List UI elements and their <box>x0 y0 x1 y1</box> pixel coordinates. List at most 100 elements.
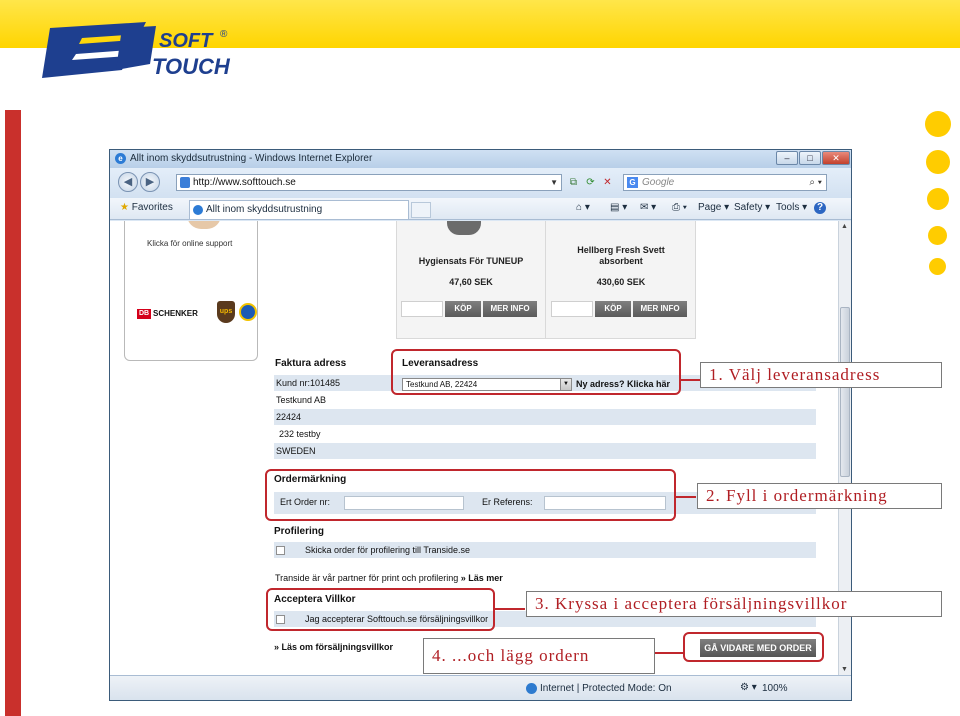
protected-mode-icon[interactable]: ⚙ ▾ <box>740 682 757 693</box>
search-icon[interactable]: ⌕ ▾ <box>809 175 822 190</box>
product-divider <box>545 221 546 339</box>
buy-button[interactable]: KÖP <box>445 301 481 317</box>
callout-step2: 2. Fyll i ordermärkning <box>697 483 942 509</box>
back-icon[interactable]: ◀ <box>118 172 138 192</box>
partner-text: Transide är vår partner för print och pr… <box>275 573 503 583</box>
safety-menu[interactable]: Safety ▾ <box>734 202 770 213</box>
callout-step1: 1. Välj leveransadress <box>700 362 942 388</box>
browser-tab[interactable]: Allt inom skyddsutrustning <box>189 200 409 219</box>
star-icon: ★ <box>120 202 129 213</box>
profiling-checkbox[interactable] <box>276 546 285 555</box>
address-text: http://www.softtouch.se <box>193 177 296 188</box>
address-bar-row: ◀ ▶ http://www.softtouch.se ▼ ⧉ ⟳ ✕ G Go… <box>110 168 851 198</box>
maximize-button[interactable]: □ <box>799 151 821 165</box>
connector-step4 <box>655 652 683 654</box>
logo-registered: ® <box>220 29 228 40</box>
support-image <box>187 221 221 229</box>
close-button[interactable]: ✕ <box>822 151 850 165</box>
invoice-heading: Faktura adress <box>275 358 347 369</box>
ups-logo: ups <box>217 301 235 323</box>
schenker-logo: SCHENKER <box>153 309 198 318</box>
partner-read-more-link[interactable]: » Läs mer <box>461 573 503 583</box>
product-name-line2: absorbent <box>599 256 643 266</box>
forward-icon[interactable]: ▶ <box>140 172 160 192</box>
quantity-input[interactable] <box>551 301 593 317</box>
connector-step2 <box>676 496 696 498</box>
support-link[interactable]: Klicka för online support <box>147 239 232 248</box>
compat-icon[interactable]: ⧉ <box>565 174 582 191</box>
feeds-icon[interactable]: ▤ ▾ <box>610 202 627 213</box>
db-logo: DB <box>137 309 151 319</box>
chevron-down-icon[interactable]: ▼ <box>550 175 558 190</box>
zoom-level[interactable]: 100% <box>762 683 788 694</box>
refresh-icon[interactable]: ⟳ <box>582 174 599 191</box>
home-icon[interactable]: ⌂ ▾ <box>576 202 590 213</box>
scroll-up-icon[interactable]: ▲ <box>841 223 848 230</box>
logo-text-soft: SOFT <box>159 30 214 52</box>
security-zone: Internet | Protected Mode: On <box>540 683 672 694</box>
support-box: Klicka för online support DB SCHENKER up… <box>124 221 258 361</box>
product-image <box>447 221 481 235</box>
highlight-order-marking <box>265 469 676 521</box>
posten-logo <box>239 303 257 321</box>
customer-number: Kund nr:101485 <box>276 378 341 388</box>
window-title: Allt inom skyddsutrustning - Windows Int… <box>130 153 373 164</box>
favorites-bar: ★ Favorites Allt inom skyddsutrustning ⌂… <box>110 198 851 220</box>
more-info-button[interactable]: MER INFO <box>633 301 687 317</box>
invoice-line: SWEDEN <box>274 443 816 459</box>
profiling-heading: Profilering <box>274 526 325 537</box>
tools-menu[interactable]: Tools ▾ <box>776 202 807 213</box>
scroll-thumb[interactable] <box>840 307 850 477</box>
title-bar: e Allt inom skyddsutrustning - Windows I… <box>110 150 851 168</box>
tab-ie-icon <box>193 205 203 215</box>
minimize-button[interactable]: – <box>776 151 798 165</box>
status-bar: Internet | Protected Mode: On ⚙ ▾ 100% <box>110 675 851 700</box>
product-price: 47,60 SEK <box>449 277 493 287</box>
new-tab-button[interactable] <box>411 202 431 218</box>
stop-icon[interactable]: ✕ <box>599 174 616 191</box>
decor-dot <box>926 150 950 174</box>
more-info-button[interactable]: MER INFO <box>483 301 537 317</box>
partner-description: Transide är vår partner för print och pr… <box>275 573 459 583</box>
connector-step3 <box>495 608 525 610</box>
highlight-delivery-address <box>391 349 681 395</box>
print-icon[interactable]: ⎙ ▾ <box>672 202 687 213</box>
decor-dot <box>928 226 947 245</box>
carrier-logos: DB SCHENKER ups <box>137 299 257 327</box>
address-input[interactable]: http://www.softtouch.se ▼ <box>176 174 562 191</box>
connector-step1 <box>681 379 701 381</box>
callout-step4: 4. ...och lägg ordern <box>423 638 655 674</box>
softtouch-logo-mark: SOFT ® TOUCH <box>42 22 231 79</box>
profiling-label: Skicka order för profilering till Transi… <box>305 545 471 555</box>
favorites-button[interactable]: ★ Favorites <box>120 202 173 213</box>
slide: SOFT ® TOUCH e Allt inom skyddsutrustnin… <box>0 0 960 716</box>
product-card: Hygiensats För TUNEUP 47,60 SEK KÖP MER … <box>397 221 545 339</box>
decor-dot <box>927 188 949 210</box>
google-icon: G <box>627 177 638 188</box>
logo-text-touch: TOUCH <box>152 54 231 79</box>
scroll-down-icon[interactable]: ▼ <box>841 666 848 673</box>
quantity-input[interactable] <box>401 301 443 317</box>
product-area: Hygiensats För TUNEUP 47,60 SEK KÖP MER … <box>396 221 696 339</box>
buy-button[interactable]: KÖP <box>595 301 631 317</box>
page-menu[interactable]: Page ▾ <box>698 202 729 213</box>
product-price: 430,60 SEK <box>596 277 646 287</box>
decor-dot <box>925 111 951 137</box>
globe-icon <box>526 683 537 694</box>
product-name-line1: Hellberg Fresh Svett <box>577 245 665 255</box>
page-icon <box>180 177 190 188</box>
search-input[interactable]: G Google ⌕ ▾ <box>623 174 827 191</box>
softtouch-logo: SOFT ® TOUCH <box>36 20 236 86</box>
invoice-line: 232 testby <box>279 429 321 439</box>
highlight-order-button <box>683 632 824 662</box>
search-placeholder: Google <box>642 177 675 188</box>
mail-icon[interactable]: ✉ ▾ <box>640 202 656 213</box>
product-card: Hellberg Fresh Svett absorbent 430,60 SE… <box>547 221 695 339</box>
help-icon[interactable]: ? <box>814 202 826 214</box>
left-accent-bar <box>5 110 21 716</box>
tab-label: Allt inom skyddsutrustning <box>206 204 323 215</box>
favorites-label: Favorites <box>131 202 173 213</box>
terms-read-link[interactable]: » Läs om försäljningsvillkor <box>274 642 393 652</box>
highlight-accept-terms <box>266 588 495 631</box>
decor-dot <box>929 258 946 275</box>
